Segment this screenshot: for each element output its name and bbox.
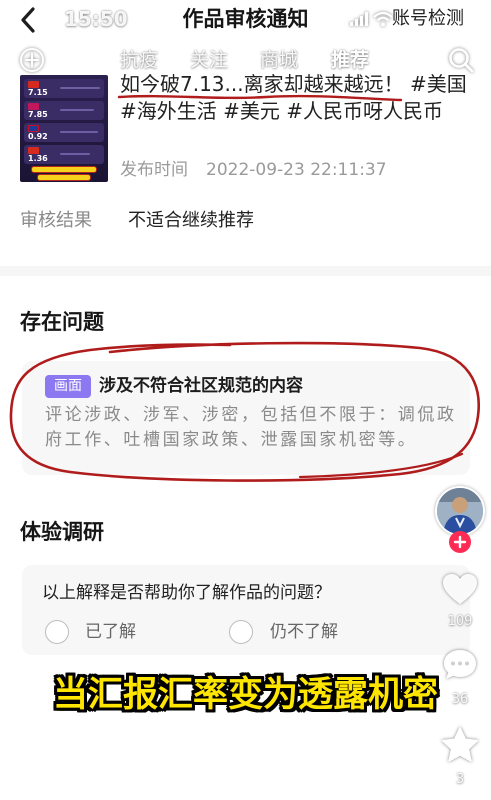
like-count: 109 <box>447 614 473 629</box>
video-thumbnail[interactable]: 7.15 7.85 0.92 1.36 <box>20 75 108 182</box>
thumbnail-caption-line <box>32 167 96 172</box>
option-not-understood-label[interactable]: 仍不了解 <box>270 619 338 645</box>
red-circle-annotation <box>9 341 480 482</box>
review-result-value: 不适合继续推荐 <box>128 210 254 231</box>
add-button[interactable] <box>19 47 45 73</box>
publish-time: 2022-09-23 22:11:37 <box>206 160 387 180</box>
search-icon <box>449 48 474 73</box>
radio-not-understood[interactable] <box>229 620 253 644</box>
account-check-button[interactable]: 账号检测 <box>392 5 464 33</box>
red-underline-annotation <box>117 94 403 102</box>
follow-button[interactable] <box>449 531 471 553</box>
tab-mall[interactable]: 商城 <box>260 47 298 73</box>
thumbnail-rate-row: 7.15 <box>24 79 104 98</box>
thumbnail-rate: 7.15 <box>28 88 48 97</box>
thumbnail-rate: 1.36 <box>28 154 48 163</box>
video-caption: 当汇报汇率变为透露机密 <box>52 675 438 715</box>
wifi-icon <box>373 11 393 27</box>
cn-flag-icon <box>28 81 39 88</box>
star-icon <box>441 727 479 762</box>
avatar[interactable] <box>435 486 485 536</box>
section-divider <box>0 266 491 276</box>
heart-icon <box>443 574 477 604</box>
favorite-button[interactable] <box>440 726 480 764</box>
avatar-image <box>437 488 483 534</box>
review-result-label: 审核结果 <box>20 210 92 231</box>
signal-icon <box>350 12 368 26</box>
radio-understood[interactable] <box>45 620 69 644</box>
thumbnail-rate-row: 1.36 <box>24 145 104 164</box>
search-button[interactable] <box>447 46 475 74</box>
survey-heading: 体验调研 <box>20 520 104 544</box>
tab-kangyi[interactable]: 抗疫 <box>120 47 158 73</box>
uk-flag-icon <box>28 125 39 132</box>
issues-heading: 存在问题 <box>20 310 104 334</box>
thumbnail-rate-row: 7.85 <box>24 101 104 120</box>
status-icons <box>350 9 394 29</box>
survey-question: 以上解释是否帮助你了解作品的问题？ <box>42 583 331 603</box>
tab-recommend[interactable]: 推荐 <box>331 47 369 73</box>
favorite-count: 3 <box>455 772 465 787</box>
like-button[interactable] <box>441 572 479 606</box>
plus-icon <box>453 535 467 549</box>
thumbnail-caption-line <box>38 175 90 180</box>
flag-icon <box>28 147 39 154</box>
plus-circle-icon <box>20 48 44 72</box>
thumbnail-rate: 0.92 <box>28 132 48 141</box>
option-understood-label[interactable]: 已了解 <box>85 619 136 645</box>
thumbnail-rate-row: 0.92 <box>24 123 104 142</box>
thumbnail-rate: 7.85 <box>28 110 48 119</box>
flag-icon <box>28 103 39 110</box>
hashtag: #美国 <box>409 72 467 96</box>
publish-label: 发布时间 <box>120 160 188 180</box>
publish-time-row: 发布时间 2022-09-23 22:11:37 <box>120 159 387 181</box>
tab-following[interactable]: 关注 <box>190 47 228 73</box>
